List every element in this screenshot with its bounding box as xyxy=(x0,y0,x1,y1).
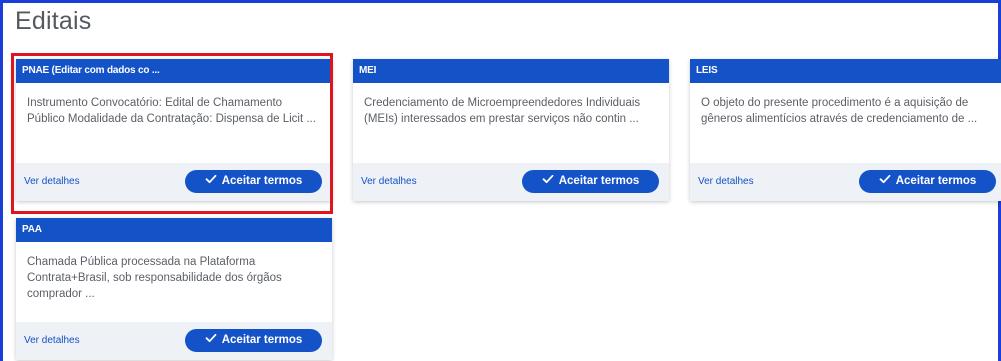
details-link[interactable]: Ver detalhes xyxy=(361,176,417,187)
card-footer: Ver detalhes Aceitar termos xyxy=(353,163,669,201)
accept-terms-button[interactable]: Aceitar termos xyxy=(185,329,322,352)
check-icon xyxy=(205,333,217,343)
card-footer: Ver detalhes Aceitar termos xyxy=(16,322,332,360)
card-description: O objeto do presente procedimento é a aq… xyxy=(701,97,978,125)
accept-terms-label: Aceitar termos xyxy=(221,175,303,187)
card-description: Instrumento Convocatório: Edital de Cham… xyxy=(27,97,316,125)
card-description: Chamada Pública processada na Plataforma… xyxy=(27,256,282,300)
accept-terms-button[interactable]: Aceitar termos xyxy=(859,170,996,193)
accept-terms-label: Aceitar termos xyxy=(221,334,303,346)
card-header: MEI xyxy=(353,59,669,83)
edital-card-leis: LEIS O objeto do presente procedimento é… xyxy=(690,59,1001,201)
check-icon xyxy=(542,174,554,184)
card-footer: Ver detalhes Aceitar termos xyxy=(16,163,332,201)
card-footer: Ver detalhes Aceitar termos xyxy=(690,163,1001,201)
details-link[interactable]: Ver detalhes xyxy=(24,176,80,187)
edital-card-paa: PAA Chamada Pública processada na Plataf… xyxy=(16,218,332,360)
card-description: Credenciamento de Microempreendedores In… xyxy=(364,97,641,125)
card-header: LEIS xyxy=(690,59,1001,83)
accept-terms-button[interactable]: Aceitar termos xyxy=(185,170,322,193)
edital-card-pnae: PNAE (Editar com dados co ... Instrument… xyxy=(16,59,332,201)
details-link[interactable]: Ver detalhes xyxy=(24,335,80,346)
edital-card-mei: MEI Credenciamento de Microempreendedore… xyxy=(353,59,669,201)
check-icon xyxy=(879,174,891,184)
accept-terms-label: Aceitar termos xyxy=(558,175,640,187)
page-frame: Editais PNAE (Editar com dados co ... In… xyxy=(0,0,1001,361)
accept-terms-label: Aceitar termos xyxy=(895,175,977,187)
details-link[interactable]: Ver detalhes xyxy=(698,176,754,187)
page-title: Editais xyxy=(15,7,92,35)
card-header: PAA xyxy=(16,218,332,242)
check-icon xyxy=(205,174,217,184)
card-header: PNAE (Editar com dados co ... xyxy=(16,59,332,83)
accept-terms-button[interactable]: Aceitar termos xyxy=(522,170,659,193)
